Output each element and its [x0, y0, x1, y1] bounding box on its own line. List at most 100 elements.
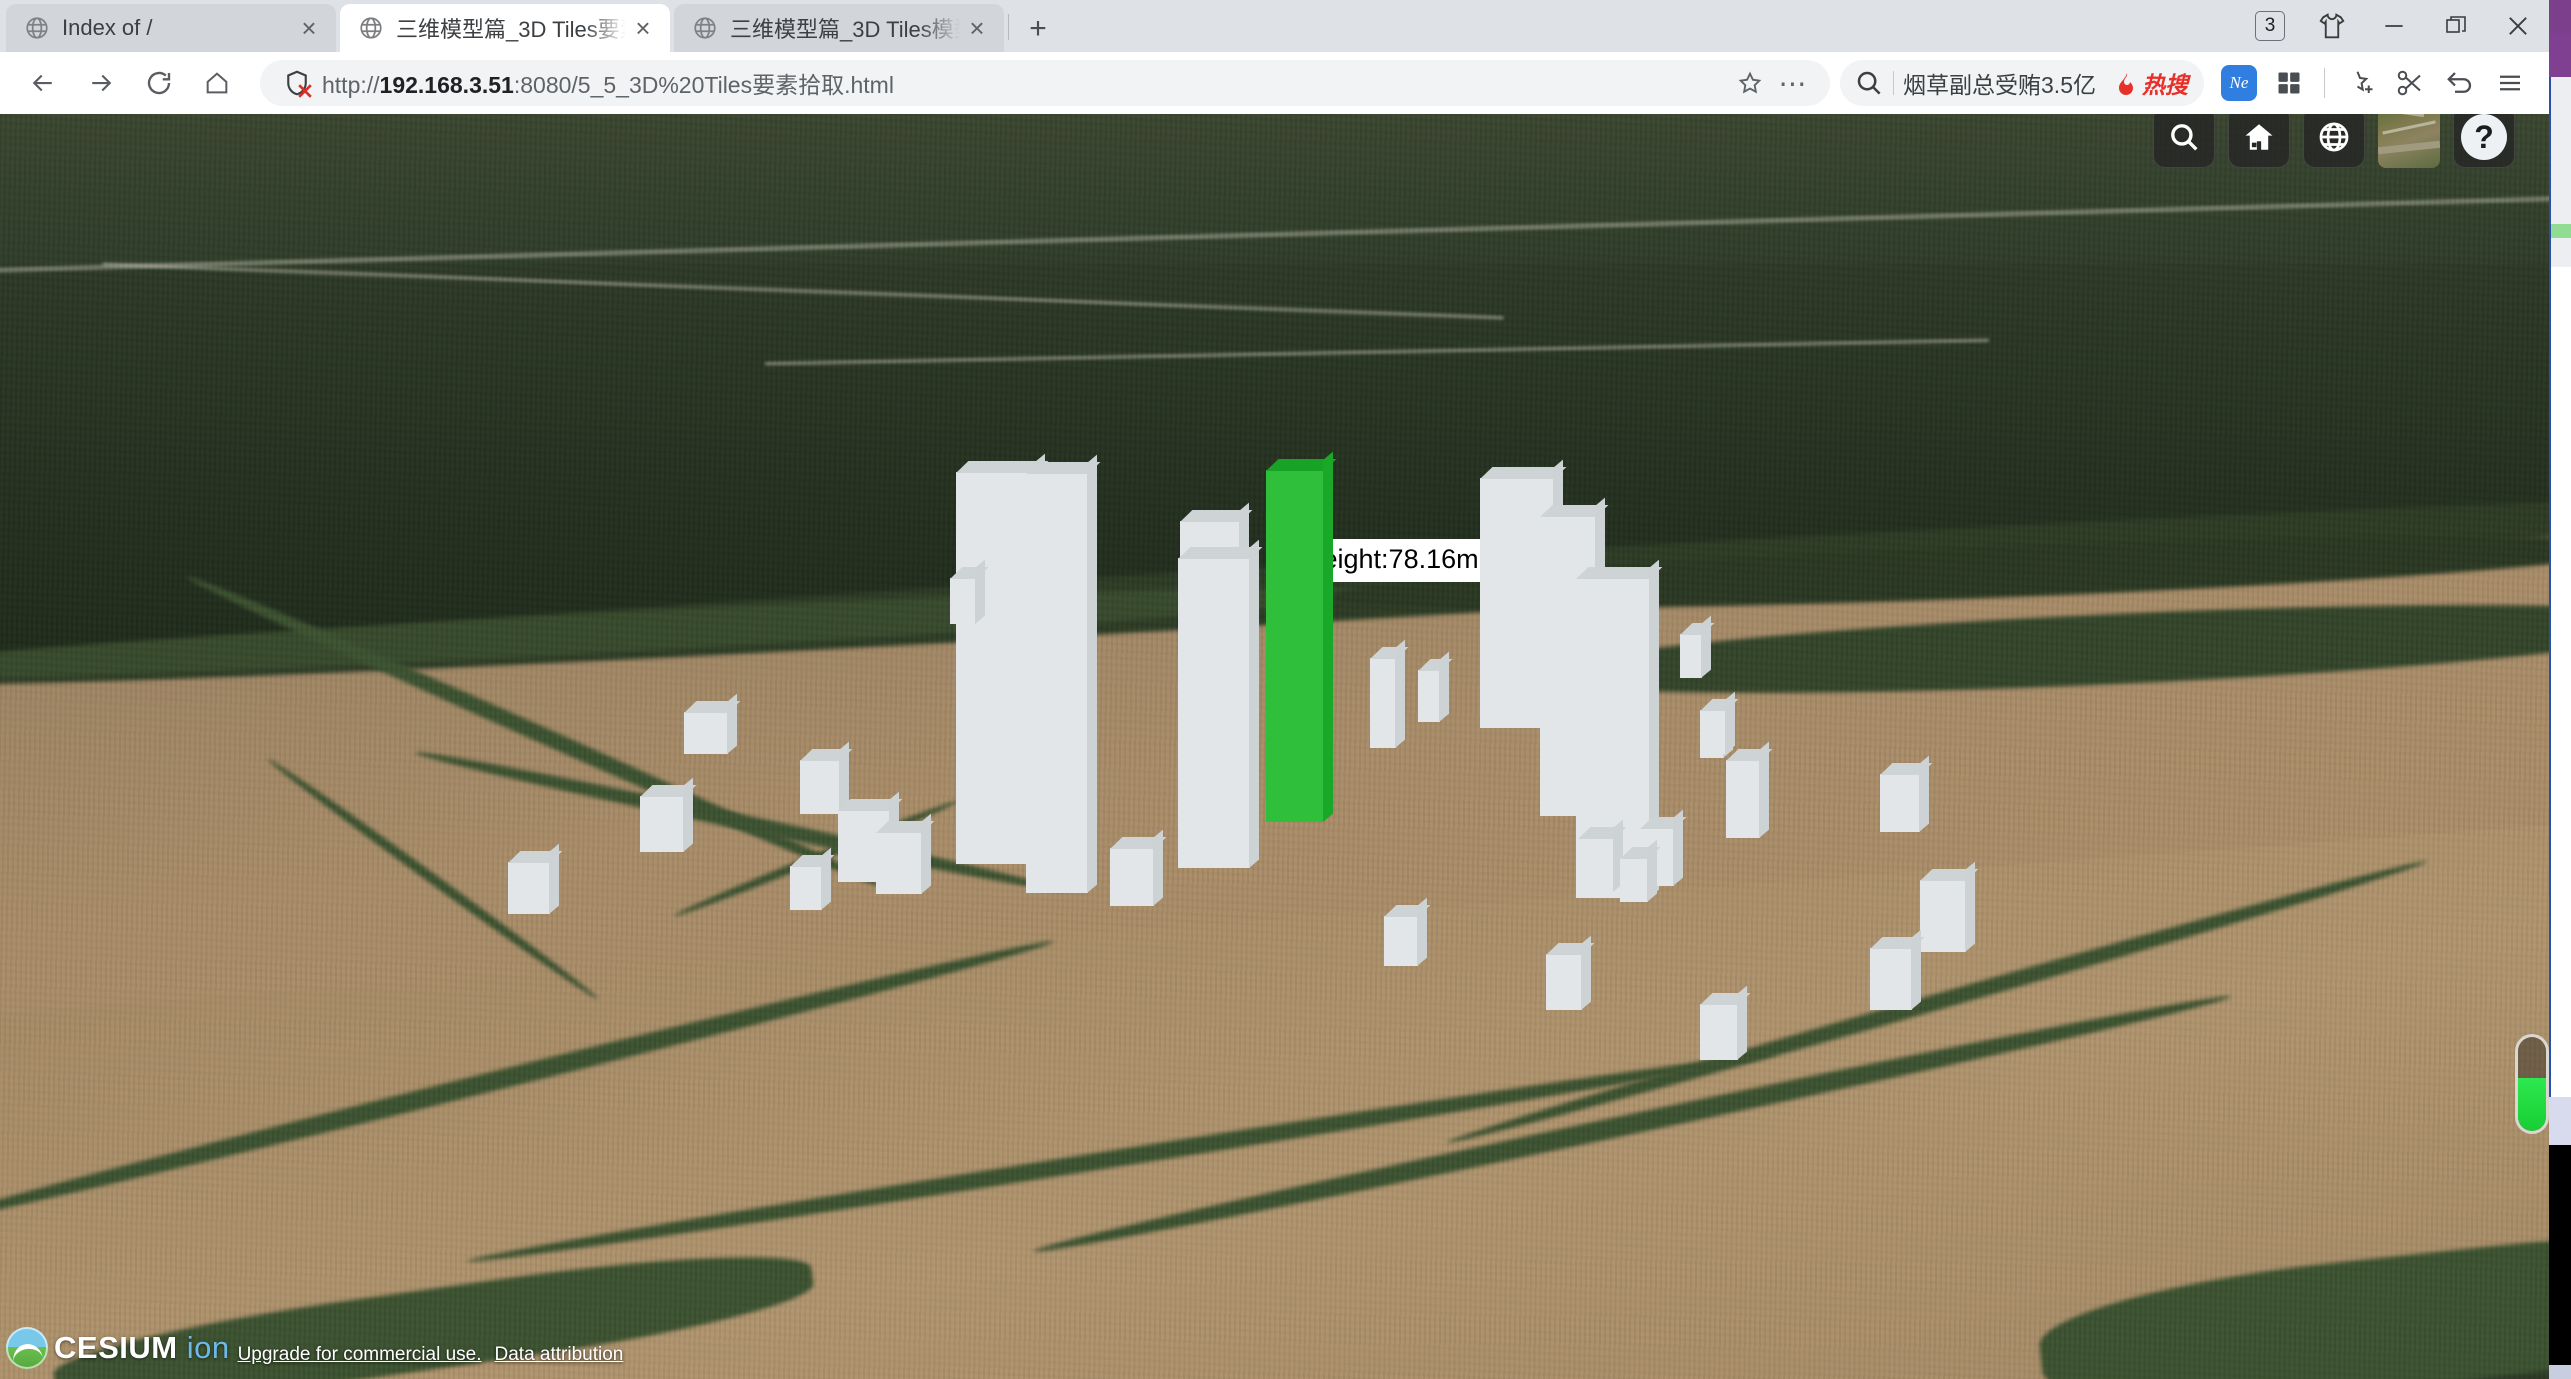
- cesium-ion-logo: CESIUM ion: [6, 1327, 230, 1369]
- building-feature[interactable]: [1700, 1004, 1738, 1060]
- data-attribution-link[interactable]: Data attribution: [495, 1344, 624, 1366]
- tab-index-of[interactable]: Index of / ×: [6, 4, 336, 52]
- building-feature[interactable]: [950, 578, 976, 624]
- globe-icon: [692, 15, 718, 41]
- hot-search-box[interactable]: 烟草副总受贿3.5亿 热搜: [1840, 60, 2204, 106]
- scene-mode-button[interactable]: [2303, 114, 2365, 168]
- url-path: :8080/5_5_3D%20Tiles要素拾取.html: [513, 72, 894, 98]
- building-feature[interactable]: [1920, 880, 1966, 952]
- base-layer-picker-button[interactable]: [2378, 114, 2440, 168]
- reload-button[interactable]: [134, 58, 184, 108]
- question-icon: ?: [2461, 114, 2507, 160]
- upgrade-link[interactable]: Upgrade for commercial use.: [238, 1344, 482, 1366]
- cesium-logo-mark: [6, 1327, 48, 1369]
- building-feature[interactable]: [1870, 948, 1912, 1010]
- building-feature[interactable]: [1418, 670, 1440, 722]
- omnibox-more-icon[interactable]: ⋯: [1772, 61, 1814, 105]
- building-feature[interactable]: [1726, 760, 1760, 838]
- navigation-help-button[interactable]: ?: [2453, 114, 2515, 168]
- tab-title: 三维模型篇_3D Tiles模型单体: [730, 17, 960, 42]
- news-app-icon[interactable]: Ne: [2214, 58, 2264, 108]
- building-feature[interactable]: [1578, 838, 1614, 892]
- geocoder-button[interactable]: [2153, 114, 2215, 168]
- level-indicator[interactable]: [2515, 1034, 2549, 1134]
- building-feature[interactable]: [1546, 954, 1582, 1010]
- cesium-credit: CESIUM ion Upgrade for commercial use. D…: [6, 1327, 623, 1369]
- scissors-icon[interactable]: [2385, 58, 2435, 108]
- background-window-sliver: [2549, 0, 2571, 1379]
- hot-search-badge: 热搜: [2114, 66, 2188, 100]
- bookmark-star-icon[interactable]: [1728, 61, 1772, 105]
- tab-count-badge: 3: [2255, 11, 2285, 41]
- building-feature[interactable]: [1700, 710, 1726, 754]
- sliver-purple-header-2: [2549, 33, 2571, 77]
- hamburger-menu-icon[interactable]: [2485, 58, 2535, 108]
- building-feature[interactable]: [1370, 658, 1396, 748]
- globe-icon: [358, 15, 384, 41]
- url-scheme: http://: [322, 72, 380, 98]
- credit-links: Upgrade for commercial use. Data attribu…: [238, 1344, 624, 1366]
- undo-icon[interactable]: [2435, 58, 2485, 108]
- sliver-black-band: [2549, 1145, 2571, 1365]
- url-host: 192.168.3.51: [379, 72, 514, 98]
- news-icon-label: Ne: [2221, 65, 2257, 101]
- building-feature[interactable]: [1620, 858, 1648, 902]
- hot-search-badge-text: 热搜: [2142, 72, 2188, 98]
- home-button[interactable]: [192, 58, 242, 108]
- building-feature[interactable]: [640, 796, 684, 852]
- add-favorite-icon[interactable]: [2335, 58, 2385, 108]
- building-feature[interactable]: [1178, 558, 1250, 868]
- window-controls: 3: [2239, 0, 2549, 52]
- building-feature[interactable]: [956, 472, 1036, 864]
- building-feature[interactable]: [800, 760, 840, 814]
- tab-3dtiles-feature-pick[interactable]: 三维模型篇_3D Tiles要素拾取 ×: [340, 4, 670, 52]
- cesium-logo-text: CESIUM ion: [54, 1330, 230, 1366]
- tab-strip: Index of / × 三维模型篇_3D Tiles要素拾取 ×: [0, 0, 2549, 52]
- browser-toolbar: http://192.168.3.51:8080/5_5_3D%20Tiles要…: [0, 52, 2549, 114]
- back-button[interactable]: [18, 58, 68, 108]
- building-feature[interactable]: [1384, 916, 1418, 966]
- maximize-button[interactable]: [2425, 0, 2487, 52]
- cesium-toolbar: ?: [2153, 114, 2515, 168]
- ion-wordmark: ion: [186, 1330, 230, 1365]
- new-tab-button[interactable]: +: [1018, 10, 1058, 48]
- tab-close-button[interactable]: ×: [626, 11, 660, 45]
- building-feature[interactable]: [876, 832, 922, 894]
- building-feature[interactable]: [790, 866, 822, 910]
- browser-window: Index of / × 三维模型篇_3D Tiles要素拾取 ×: [0, 0, 2571, 1379]
- search-icon: [1854, 68, 1884, 98]
- grid-icon[interactable]: [2264, 58, 2314, 108]
- address-bar[interactable]: http://192.168.3.51:8080/5_5_3D%20Tiles要…: [260, 60, 1831, 106]
- home-button[interactable]: [2228, 114, 2290, 168]
- forward-button[interactable]: [76, 58, 126, 108]
- building-feature[interactable]: [1880, 774, 1920, 832]
- building-feature-selected[interactable]: [1266, 470, 1324, 822]
- globe-icon: [24, 15, 50, 41]
- building-feature[interactable]: [1026, 473, 1088, 893]
- tab-divider: [1008, 14, 1009, 40]
- minimize-button[interactable]: [2363, 0, 2425, 52]
- tab-close-button[interactable]: ×: [292, 11, 326, 45]
- browser-chrome: Index of / × 三维模型篇_3D Tiles要素拾取 ×: [0, 0, 2549, 114]
- sliver-taskbar: [2549, 1365, 2571, 1379]
- url-text: http://192.168.3.51:8080/5_5_3D%20Tiles要…: [322, 66, 894, 100]
- shield-warning-icon[interactable]: [282, 68, 312, 98]
- tab-close-button[interactable]: ×: [960, 11, 994, 45]
- sliver-content: [2549, 267, 2571, 1097]
- divider: [1893, 71, 1895, 95]
- level-indicator-fill: [2518, 1078, 2546, 1131]
- building-feature[interactable]: [1680, 634, 1702, 678]
- cesium-viewport[interactable]: Height:78.16m ? CESIUM ion Upgrade for c…: [0, 114, 2549, 1379]
- building-feature[interactable]: [508, 862, 550, 914]
- tshirt-icon[interactable]: [2301, 0, 2363, 52]
- building-feature[interactable]: [1110, 848, 1154, 906]
- sliver-green-marker: [2551, 224, 2571, 238]
- tab-count-button[interactable]: 3: [2239, 0, 2301, 52]
- toolbar-divider: [2324, 68, 2325, 98]
- tab-3dtiles-model-single[interactable]: 三维模型篇_3D Tiles模型单体 ×: [674, 4, 1004, 52]
- hot-search-query: 烟草副总受贿3.5亿: [1903, 72, 2096, 98]
- close-button[interactable]: [2487, 0, 2549, 52]
- building-feature[interactable]: [684, 712, 728, 754]
- cesium-wordmark: CESIUM: [54, 1330, 178, 1365]
- tab-title: 三维模型篇_3D Tiles要素拾取: [396, 17, 626, 42]
